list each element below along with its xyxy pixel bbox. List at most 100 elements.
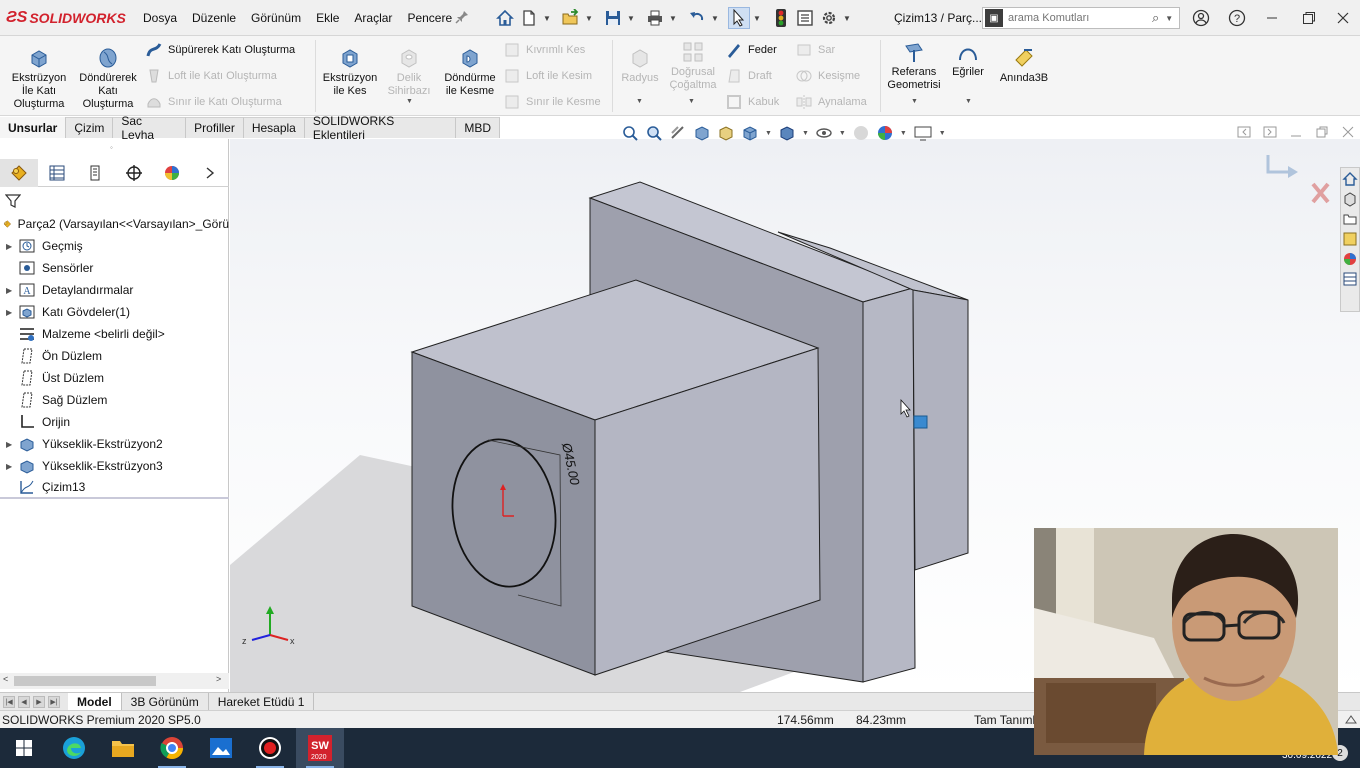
file-properties-icon[interactable] [794,7,816,29]
viewport-restore-icon[interactable] [1315,125,1329,139]
viewport-collapse-left-icon[interactable] [1237,125,1251,139]
magnifier-icon[interactable]: ⌕ [1152,10,1159,26]
loft-cut-button[interactable]: Loft ile Kesim [504,68,592,84]
close-window-icon[interactable] [1333,8,1353,28]
menu-tools[interactable]: Araçlar [354,11,392,25]
new-document-icon[interactable] [518,7,540,29]
windows-start-button[interactable] [0,728,48,768]
curves-dropdown-icon[interactable]: ▼ [965,98,972,105]
linear-pattern-button[interactable]: Doğrusal Çoğaltma [664,40,722,92]
custom-properties-icon[interactable] [1342,271,1358,287]
tree-item-front-plane[interactable]: Ön Düzlem [0,345,229,367]
reference-geometry-button[interactable]: Referans Geometrisi [884,40,944,92]
hole-wizard-dropdown-icon[interactable]: ▼ [406,98,413,105]
solidworks-logo[interactable]: ƧS SOLIDWORKS [6,8,126,28]
search-input[interactable] [1008,12,1148,24]
viewport-minimize-icon[interactable] [1289,125,1303,139]
wrap-button[interactable]: Sar [796,42,835,58]
rear-block-side-face[interactable] [912,289,969,571]
print-icon[interactable] [644,7,666,29]
view-settings-icon[interactable] [913,124,933,142]
selection-handle[interactable] [913,415,928,429]
tree-item-right-plane[interactable]: Sağ Düzlem [0,389,229,411]
reference-geometry-dropdown-icon[interactable]: ▼ [911,98,918,105]
tab-motion-study[interactable]: Hareket Etüdü 1 [209,692,315,711]
loft-boss-button[interactable]: Loft ile Katı Oluşturma [146,68,277,84]
tree-item-extrude3[interactable]: ▶ Yükseklik-Ekstrüzyon3 [0,455,229,477]
shell-button[interactable]: Kabuk [726,94,779,110]
undo-icon[interactable] [686,7,708,29]
draft-button[interactable]: Draft [726,68,772,84]
tab-profiles[interactable]: Profiller [186,117,244,138]
tree-filter-icon[interactable] [4,193,23,211]
tab-evaluate[interactable]: Hesapla [243,117,305,138]
tree-item-annotations[interactable]: ▶ A Detaylandırmalar [0,279,229,301]
display-style-icon[interactable] [778,124,796,142]
select-dropdown-icon[interactable]: ▼ [752,7,762,29]
menu-edit[interactable]: Düzenle [192,11,236,25]
revolve-cut-button[interactable]: Döndürme ile Kesme [440,46,500,98]
expand-arrow-icon[interactable]: ▶ [6,286,16,295]
new-dropdown-icon[interactable]: ▼ [542,7,552,29]
tree-item-material[interactable]: Malzeme <belirli değil> [0,323,229,345]
expand-arrow-icon[interactable]: ▶ [6,462,16,471]
display-manager-tab-icon[interactable] [153,159,191,187]
boundary-boss-button[interactable]: Sınır ile Katı Oluşturma [146,94,282,110]
select-cursor-icon[interactable] [728,7,750,29]
solidworks-resources-icon[interactable] [1342,171,1358,187]
taskbar-photos-button[interactable] [197,728,245,768]
unit-system-icon[interactable] [1344,713,1358,727]
scroll-right-icon[interactable]: > [216,674,221,684]
hide-show-dropdown-icon[interactable]: ▼ [839,130,846,137]
view-orientation-icon[interactable] [741,124,759,142]
property-manager-tab-icon[interactable] [38,159,76,187]
pattern-dropdown-icon[interactable]: ▼ [688,98,695,105]
undo-dropdown-icon[interactable]: ▼ [710,7,720,29]
tree-item-sensors[interactable]: Sensörler [0,257,229,279]
zoom-to-area-icon[interactable] [645,124,663,142]
hole-wizard-button[interactable]: Delik Sihirbazı [383,46,435,98]
design-library-icon[interactable] [1342,191,1358,207]
view-orientation-dropdown-icon[interactable]: ▼ [765,130,772,137]
scene-dropdown-icon[interactable]: ▼ [900,130,907,137]
open-document-icon[interactable] [560,7,582,29]
tree-item-origin[interactable]: Orijin [0,411,229,433]
tree-horizontal-scrollbar[interactable]: < > [0,673,229,689]
home-icon[interactable] [494,7,516,29]
prev-tab-icon[interactable]: ◀ [18,695,30,708]
fillet-button[interactable]: Radyus [617,46,663,85]
scroll-thumb[interactable] [14,676,156,686]
mirror-button[interactable]: Aynalama [796,94,867,110]
options-dropdown-icon[interactable]: ▼ [842,7,852,29]
command-search-box[interactable]: ▣ ⌕ ▼ [982,7,1180,29]
help-icon[interactable]: ? [1227,8,1247,28]
pin-icon[interactable] [455,10,469,24]
open-dropdown-icon[interactable]: ▼ [584,7,594,29]
fillet-dropdown-icon[interactable]: ▼ [636,98,643,105]
tab-sheet-metal[interactable]: Sac Levha [113,114,187,142]
viewport-close-icon[interactable] [1341,125,1355,139]
tree-item-extrude2[interactable]: ▶ Yükseklik-Ekstrüzyon2 [0,433,229,455]
taskbar-screen-recorder-button[interactable] [246,728,294,768]
first-tab-icon[interactable]: |◀ [3,695,15,708]
rib-button[interactable]: Feder [726,42,777,58]
apply-scene-icon[interactable] [876,124,894,142]
rebuild-traffic-light-icon[interactable] [770,7,792,29]
dimxpert-tab-icon[interactable] [115,159,153,187]
menu-view[interactable]: Görünüm [251,11,301,25]
sweep-boss-button[interactable]: Süpürerek Katı Oluşturma [146,42,295,58]
view-palette-icon[interactable] [1342,231,1358,247]
previous-view-icon[interactable] [669,124,687,142]
next-tab-icon[interactable]: ▶ [33,695,45,708]
revolve-boss-button[interactable]: Döndürerek Katı Oluşturma [76,46,140,111]
boundary-cut-button[interactable]: Sınır ile Kesme [504,94,601,110]
tab-mbd[interactable]: MBD [456,117,500,138]
tab-3d-view[interactable]: 3B Görünüm [122,692,209,711]
expand-arrow-icon[interactable]: ▶ [6,308,16,317]
tree-item-sketch13[interactable]: Çizim13 [0,477,229,499]
taskbar-file-explorer-button[interactable] [99,728,147,768]
tab-sketch[interactable]: Çizim [66,117,114,138]
tree-item-solid-bodies[interactable]: ▶ Katı Gövdeler(1) [0,301,229,323]
extrude-boss-button[interactable]: Ekstrüzyon İle Katı Oluşturma [8,46,70,111]
tree-item-top-plane[interactable]: Üst Düzlem [0,367,229,389]
